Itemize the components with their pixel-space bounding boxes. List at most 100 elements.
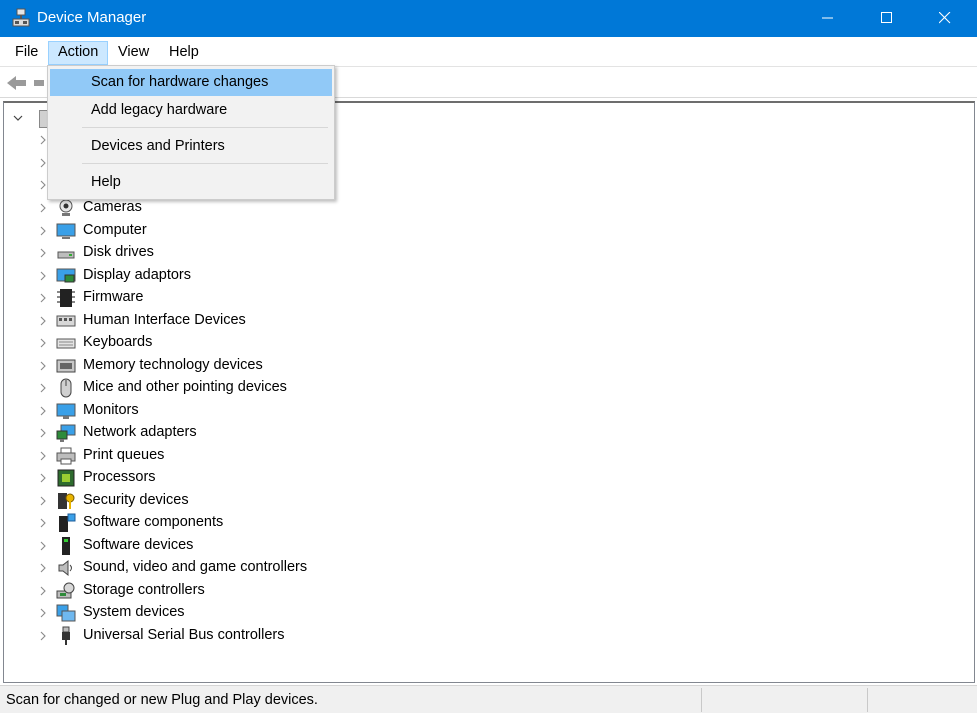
processor-icon [57, 469, 75, 487]
tree-item-firmware[interactable]: Firmware [4, 287, 604, 309]
display-adapter-icon [56, 268, 76, 283]
tree-item-software-devices[interactable]: Software devices [4, 535, 604, 557]
tree-item-disk-drives[interactable]: Disk drives [4, 242, 604, 264]
chevron-right-icon[interactable] [39, 361, 47, 371]
tree-item-software-components[interactable]: Software components [4, 512, 604, 534]
chevron-right-icon[interactable] [39, 226, 47, 236]
menu-scan-hardware-changes[interactable]: Scan for hardware changes [50, 69, 332, 96]
tree-item-label: Firmware [83, 289, 144, 305]
tree-item-label: Disk drives [83, 244, 154, 260]
tree-item-usb-controllers[interactable]: Universal Serial Bus controllers [4, 625, 604, 647]
chevron-right-icon[interactable] [39, 248, 47, 258]
status-text: Scan for changed or new Plug and Play de… [6, 692, 318, 708]
tree-item-system-devices[interactable]: System devices [4, 602, 604, 624]
tree-item-label: Human Interface Devices [83, 312, 246, 328]
tree-item-mice[interactable]: Mice and other pointing devices [4, 377, 604, 399]
tree-item-label: Processors [83, 469, 156, 485]
security-device-icon [58, 493, 75, 509]
network-adapter-icon [56, 424, 76, 442]
monitor-icon [56, 403, 76, 419]
tree-item-label: Print queues [83, 447, 165, 463]
tree-item-security-devices[interactable]: Security devices [4, 490, 604, 512]
menu-action-help[interactable]: Help [50, 169, 332, 196]
chevron-right-icon[interactable] [39, 338, 47, 348]
chevron-right-icon[interactable] [39, 631, 47, 641]
tree-item-label: Software devices [83, 537, 194, 553]
tree-item-label: Storage controllers [83, 582, 205, 598]
menu-view[interactable]: View [111, 41, 156, 65]
tree-item-print-queues[interactable]: Print queues [4, 445, 604, 467]
chevron-right-icon[interactable] [39, 563, 47, 573]
chevron-down-icon[interactable] [13, 114, 23, 122]
back-arrow-icon[interactable] [6, 74, 28, 92]
status-pane-divider [867, 688, 868, 712]
window-title: Device Manager [37, 9, 147, 26]
tree-item-label: Computer [83, 222, 147, 238]
minimize-icon [822, 17, 833, 19]
maximize-button[interactable] [864, 0, 910, 37]
firmware-chip-icon [57, 289, 75, 307]
chevron-right-icon[interactable] [39, 180, 47, 190]
tree-item-label: Network adapters [83, 424, 197, 440]
tree-item-human-interface-devices[interactable]: Human Interface Devices [4, 310, 604, 332]
chevron-right-icon[interactable] [39, 135, 47, 145]
chevron-right-icon[interactable] [39, 473, 47, 483]
tree-item-network-adapters[interactable]: Network adapters [4, 422, 604, 444]
menu-bar: File Action View Help [0, 37, 977, 66]
chevron-right-icon[interactable] [39, 158, 47, 168]
mouse-icon [60, 378, 72, 398]
system-device-icon [56, 604, 76, 622]
chevron-right-icon[interactable] [39, 518, 47, 528]
tree-item-sound-video-game[interactable]: Sound, video and game controllers [4, 557, 604, 579]
chevron-right-icon[interactable] [39, 316, 47, 326]
chevron-right-icon[interactable] [39, 428, 47, 438]
close-button[interactable] [922, 0, 968, 37]
menu-help[interactable]: Help [162, 41, 206, 65]
hid-icon [56, 315, 76, 327]
menu-separator [82, 163, 328, 164]
maximize-icon [881, 12, 892, 23]
storage-controller-icon [56, 582, 75, 599]
title-bar: Device Manager [0, 0, 977, 37]
tree-item-cameras[interactable]: Cameras [4, 197, 604, 219]
menu-devices-and-printers[interactable]: Devices and Printers [50, 133, 332, 160]
menu-action[interactable]: Action [48, 41, 109, 65]
tree-item-processors[interactable]: Processors [4, 467, 604, 489]
tree-item-monitors[interactable]: Monitors [4, 400, 604, 422]
chevron-right-icon[interactable] [39, 541, 47, 551]
tree-item-label: Security devices [83, 492, 189, 508]
tree-item-display-adaptors[interactable]: Display adaptors [4, 265, 604, 287]
chevron-right-icon[interactable] [39, 586, 47, 596]
tree-item-label: Keyboards [83, 334, 153, 350]
chevron-right-icon[interactable] [39, 383, 47, 393]
usb-icon [62, 626, 70, 645]
tree-item-computer[interactable]: Computer [4, 220, 604, 242]
status-bar: Scan for changed or new Plug and Play de… [0, 685, 977, 713]
action-menu-dropdown: Scan for hardware changes Add legacy har… [47, 65, 335, 200]
tree-item-memory-technology-devices[interactable]: Memory technology devices [4, 355, 604, 377]
software-device-icon [62, 537, 70, 555]
computer-icon [56, 223, 76, 239]
menu-file[interactable]: File [8, 41, 45, 65]
close-icon [939, 12, 951, 24]
tree-item-label: Software components [83, 514, 224, 530]
chevron-right-icon[interactable] [39, 496, 47, 506]
tree-item-keyboards[interactable]: Keyboards [4, 332, 604, 354]
chevron-right-icon[interactable] [39, 271, 47, 281]
chevron-right-icon[interactable] [39, 608, 47, 618]
tree-item-label: Universal Serial Bus controllers [83, 627, 285, 643]
menu-add-legacy-hardware[interactable]: Add legacy hardware [50, 97, 332, 124]
chevron-right-icon[interactable] [39, 203, 47, 213]
minimize-button[interactable] [805, 0, 851, 37]
chevron-right-icon[interactable] [39, 451, 47, 461]
chevron-right-icon[interactable] [39, 406, 47, 416]
software-component-icon [59, 513, 76, 532]
forward-arrow-icon[interactable] [34, 78, 46, 88]
disk-drive-icon [57, 251, 75, 259]
tree-item-storage-controllers[interactable]: Storage controllers [4, 580, 604, 602]
keyboard-icon [56, 338, 76, 349]
tree-item-label: Cameras [83, 199, 142, 215]
tree-item-label: Mice and other pointing devices [83, 379, 287, 395]
chevron-right-icon[interactable] [39, 293, 47, 303]
tree-item-label: Sound, video and game controllers [83, 559, 308, 575]
